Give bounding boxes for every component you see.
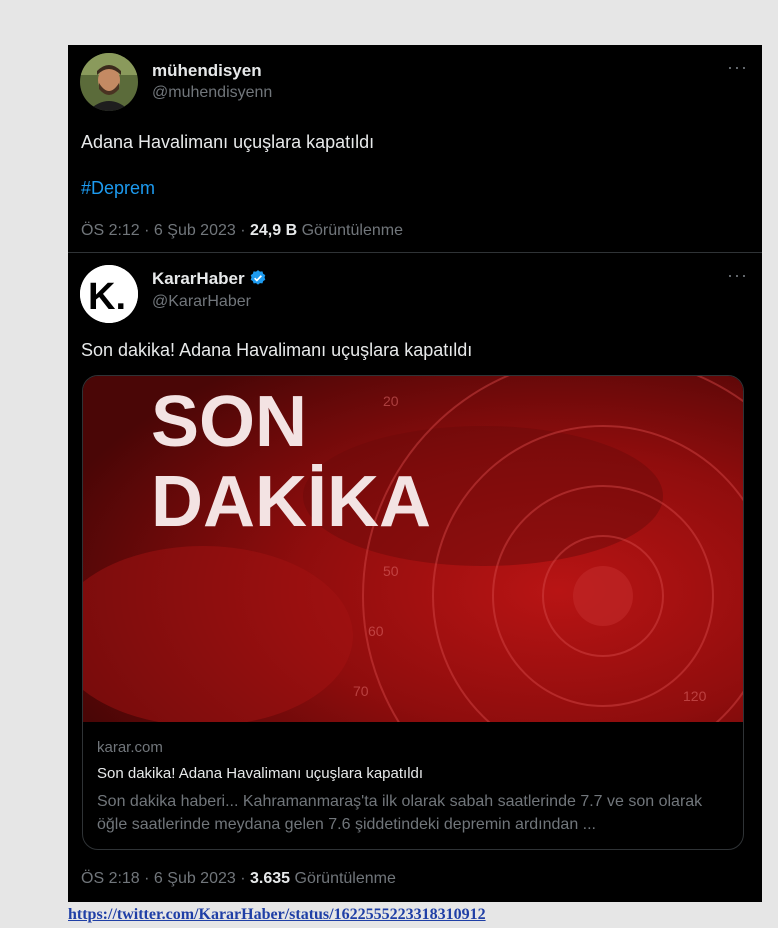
tweet-screenshot: mühendisyen @muhendisyenn ··· Adana Hava…	[68, 45, 762, 902]
card-domain: karar.com	[97, 739, 163, 756]
display-name[interactable]: KararHaber	[152, 269, 245, 288]
display-name[interactable]: mühendisyen	[152, 61, 262, 81]
svg-text:K.: K.	[88, 276, 126, 318]
tweet-text: Son dakika! Adana Havalimanı uçuşlara ka…	[81, 340, 473, 360]
tweet-kararhaber[interactable]: K. KararHaber @KararHaber ··· Son dakika…	[68, 253, 762, 902]
svg-text:70: 70	[353, 683, 369, 699]
card-title: Son dakika! Adana Havalimanı uçuşlara ka…	[97, 765, 424, 782]
tweet-mühendisyen[interactable]: mühendisyen @muhendisyenn ··· Adana Hava…	[68, 45, 762, 253]
views-count: 24,9 B	[250, 222, 298, 239]
card-image-line1: SON	[151, 382, 307, 462]
hashtag-link[interactable]: #Deprem	[81, 178, 155, 199]
svg-text:20: 20	[383, 393, 399, 409]
user-handle[interactable]: @KararHaber	[152, 293, 251, 311]
user-handle[interactable]: @muhendisyenn	[152, 84, 272, 102]
tweet-text: Adana Havalimanı uçuşlara kapatıldı	[81, 132, 375, 152]
more-options-icon[interactable]: ···	[727, 57, 748, 78]
views-count: 3.635	[250, 870, 291, 887]
tweet-meta: ÖS 2:18 · 6 Şub 2023 · 3.635 Görüntülenm…	[81, 870, 396, 888]
card-image-line2: DAKİKA	[151, 462, 431, 542]
more-options-icon[interactable]: ···	[727, 265, 748, 286]
avatar[interactable]: K.	[80, 265, 138, 323]
views-label: Görüntülenme	[297, 222, 403, 239]
timestamp[interactable]: ÖS 2:12 · 6 Şub 2023 ·	[81, 222, 250, 239]
svg-text:50: 50	[383, 563, 399, 579]
kararhaber-logo-icon: K.	[80, 265, 138, 323]
link-card[interactable]: 20 50 60 70 120 SON DAKİKA karar.com Son…	[82, 375, 744, 850]
card-description: Son dakika haberi... Kahramanmaraş'ta il…	[97, 793, 703, 833]
card-image[interactable]: 20 50 60 70 120 SON DAKİKA	[83, 376, 743, 722]
display-name-row: KararHaber	[152, 269, 267, 289]
avatar[interactable]	[80, 53, 138, 111]
timestamp[interactable]: ÖS 2:18 · 6 Şub 2023 ·	[81, 870, 250, 887]
verified-badge-icon	[250, 270, 265, 285]
tweet-meta: ÖS 2:12 · 6 Şub 2023 · 24,9 B Görüntülen…	[81, 222, 403, 240]
svg-text:60: 60	[368, 623, 384, 639]
views-label: Görüntülenme	[290, 870, 396, 887]
source-link[interactable]: https://twitter.com/KararHaber/status/16…	[68, 906, 486, 924]
svg-text:120: 120	[683, 688, 707, 704]
